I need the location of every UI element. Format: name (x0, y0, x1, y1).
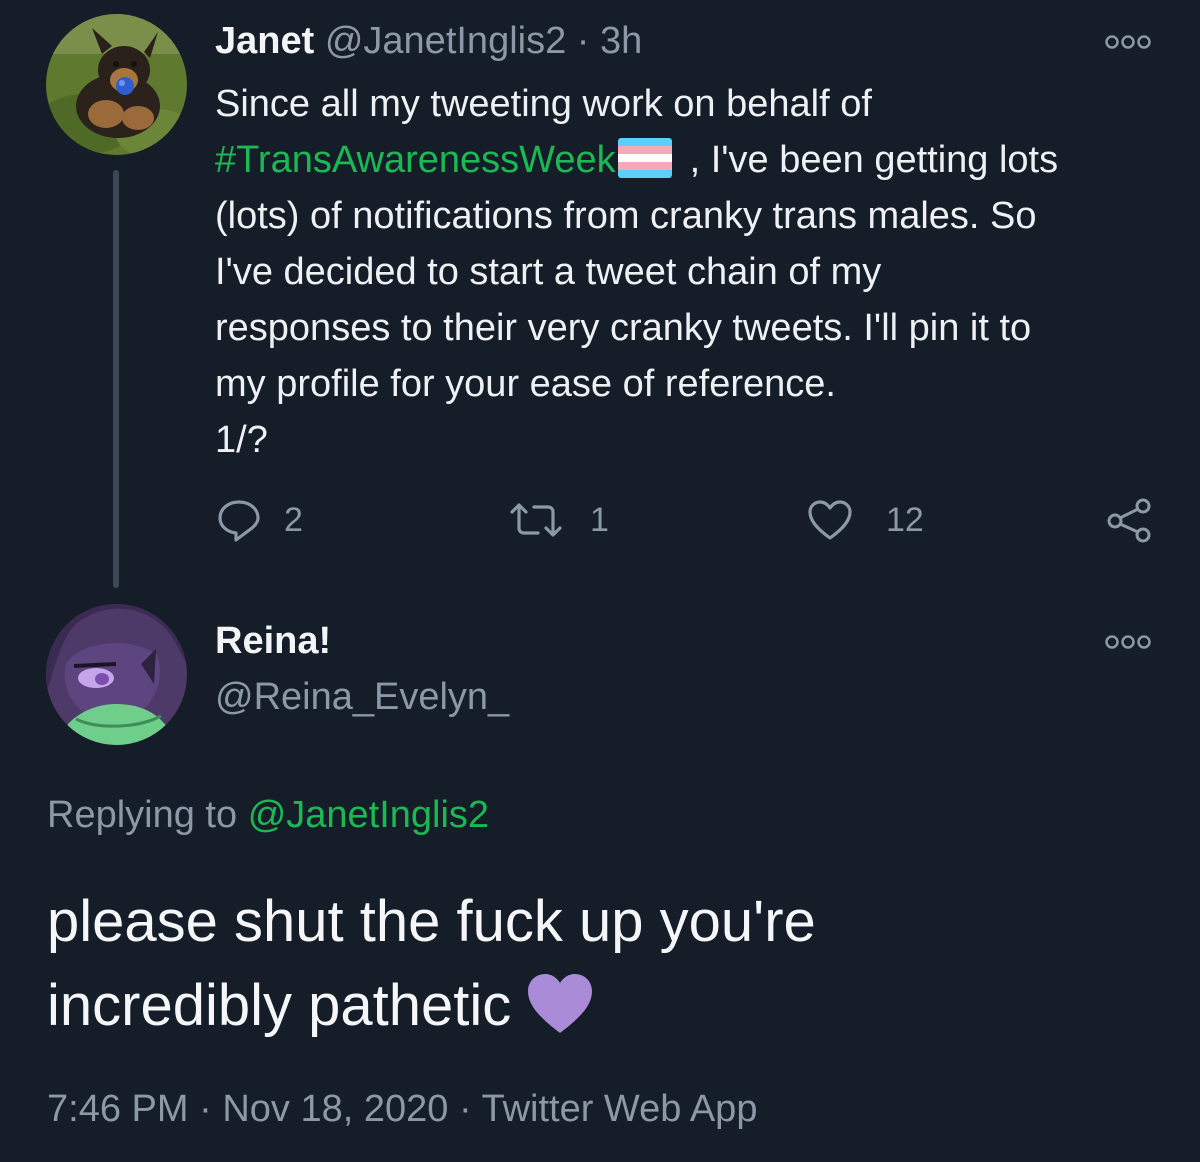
reina-avatar[interactable] (46, 604, 187, 745)
tweet-text-line: my profile for your ease of reference. (215, 363, 836, 405)
tweet-text-line: #TransAwarenessWeek , I've been getting l… (215, 132, 1175, 188)
tweet-text-line: responses to their very cranky tweets. I… (215, 307, 1032, 349)
reply-text: please shut the fuck up you're incredibl… (47, 880, 1147, 1048)
tweet-text: Since all my tweeting work on behalf of … (215, 76, 1175, 468)
reply-action[interactable]: 2 (216, 497, 303, 543)
reply-author-name[interactable]: Reina! (215, 618, 331, 664)
tweet-time-ago[interactable]: 3h (600, 20, 642, 62)
transgender-flag-icon (617, 138, 672, 178)
tweet-header: Janet @JanetInglis2 · 3h (215, 18, 642, 64)
like-count: 12 (886, 500, 924, 539)
reply-date[interactable]: Nov 18, 2020 (222, 1088, 448, 1130)
header-separator: · (576, 20, 590, 62)
reply-time[interactable]: 7:46 PM (47, 1088, 189, 1130)
janet-avatar-image (46, 14, 187, 155)
tweet-text-fragment: , I've been getting lots (689, 139, 1059, 181)
like-heart-icon (808, 500, 852, 540)
tweet-more-button[interactable] (1103, 32, 1153, 57)
replying-to-mention[interactable]: @JanetInglis2 (248, 794, 489, 836)
more-options-icon (1105, 35, 1151, 49)
author-handle[interactable]: @JanetInglis2 (325, 20, 566, 62)
like-action[interactable]: 12 (806, 497, 924, 543)
reina-avatar-image (46, 604, 187, 745)
thread-connector-line (113, 170, 119, 588)
reply-more-button[interactable] (1103, 632, 1153, 657)
share-action[interactable] (1105, 497, 1153, 543)
more-options-icon (1105, 635, 1151, 649)
retweet-action[interactable]: 1 (508, 497, 609, 543)
reply-text-line: incredibly pathetic (47, 964, 1147, 1048)
tweet-text-line: Since all my tweeting work on behalf of (215, 83, 872, 125)
purple-heart-icon (528, 974, 593, 1033)
replying-to-line: Replying to @JanetInglis2 (47, 790, 489, 840)
author-name[interactable]: Janet (215, 20, 314, 62)
hashtag-link[interactable]: #TransAwarenessWeek (215, 139, 616, 181)
reply-source[interactable]: Twitter Web App (481, 1088, 757, 1130)
reply-icon (218, 500, 260, 542)
janet-avatar[interactable] (46, 14, 187, 155)
tweet-text-line: (lots) of notifications from cranky tran… (215, 195, 1037, 237)
reply-text-fragment: incredibly pathetic (47, 973, 512, 1038)
share-icon (1107, 498, 1151, 543)
reply-metadata: 7:46 PM · Nov 18, 2020 · Twitter Web App (47, 1084, 757, 1134)
tweet-text-line: I've decided to start a tweet chain of m… (215, 251, 882, 293)
reply-count: 2 (284, 500, 303, 539)
tweet-text-line: 1/? (215, 419, 268, 461)
reply-text-line: please shut the fuck up you're (47, 889, 816, 954)
retweet-count: 1 (590, 500, 609, 539)
retweet-icon (510, 503, 562, 537)
reply-author-handle[interactable]: @Reina_Evelyn_ (215, 674, 509, 720)
replying-to-label: Replying to (47, 794, 238, 836)
meta-separator: · (458, 1088, 472, 1130)
meta-separator: · (199, 1088, 212, 1130)
